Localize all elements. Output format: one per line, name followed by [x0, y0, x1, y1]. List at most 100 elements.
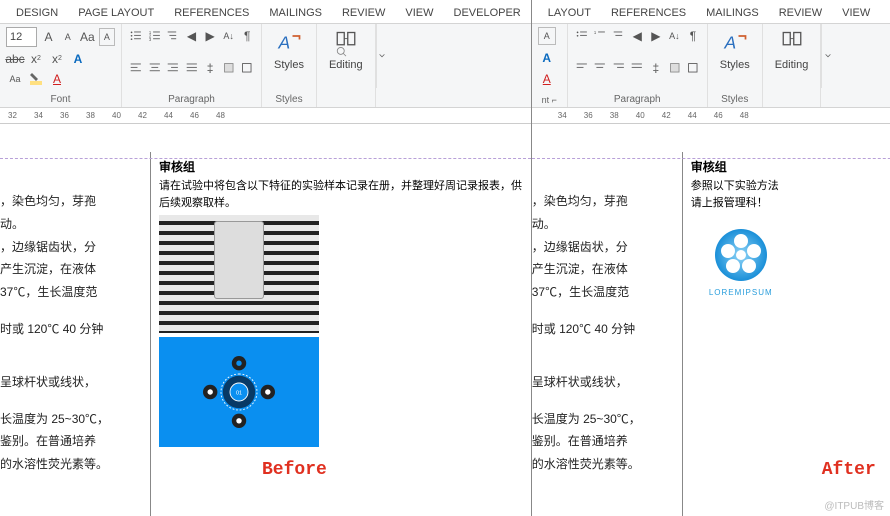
- svg-text:A: A: [277, 32, 290, 52]
- ruler[interactable]: 32 34 36 38 40 42 44 46 48: [0, 108, 531, 124]
- border-icon[interactable]: [685, 59, 701, 77]
- indent-right-icon[interactable]: ▶: [202, 27, 218, 45]
- tab-references[interactable]: REFERENCES: [601, 3, 696, 23]
- logo-text: LOREMIPSUM: [709, 287, 773, 299]
- tab-review[interactable]: REVIEW: [769, 3, 832, 23]
- editing-button[interactable]: Editing: [769, 27, 815, 73]
- indent-left-icon[interactable]: ◀: [629, 27, 645, 45]
- multilevel-icon[interactable]: [611, 27, 627, 45]
- superscript-icon[interactable]: x2: [48, 50, 66, 68]
- sort-icon[interactable]: A↓: [667, 27, 683, 45]
- text-effect-icon[interactable]: A: [538, 49, 556, 67]
- body-text: ，染色均匀，芽孢 动。 ，边缘锯齿状，分 产生沉淀，在液体 37℃，生长温度范 …: [0, 124, 150, 516]
- tab-layout[interactable]: LAYOUT: [538, 3, 601, 23]
- shading-icon[interactable]: [667, 59, 683, 77]
- embedded-image-photo[interactable]: [159, 215, 319, 333]
- paragraph-group-label: Paragraph: [128, 91, 255, 107]
- indent-left-icon[interactable]: ◀: [184, 27, 200, 45]
- shrink-font-icon[interactable]: A: [60, 28, 76, 46]
- paragraph-group: 123 ◀ ▶ A↓ ¶ ‡ Paragraph: [122, 24, 262, 107]
- text-scale-icon[interactable]: Aa: [6, 70, 24, 88]
- tab-developer[interactable]: DEVELOPER: [444, 3, 531, 23]
- bullets-icon[interactable]: [574, 27, 590, 45]
- font-group-label: Font: [6, 91, 115, 107]
- align-left-icon[interactable]: [574, 59, 590, 77]
- sort-icon[interactable]: A↓: [221, 27, 237, 45]
- numbering-icon[interactable]: 123: [147, 27, 163, 45]
- line-spacing-icon[interactable]: ‡: [202, 59, 218, 77]
- tab-mailings[interactable]: MAILINGS: [259, 3, 332, 23]
- strike-icon[interactable]: abc: [6, 50, 24, 68]
- show-marks-icon[interactable]: ¶: [239, 27, 255, 45]
- sidebar-heading: 审核组: [159, 158, 523, 176]
- svg-text:1: 1: [594, 30, 597, 35]
- svg-text:01: 01: [236, 391, 242, 397]
- align-right-icon[interactable]: [165, 59, 181, 77]
- numbering-icon[interactable]: 1: [592, 27, 608, 45]
- tab-design[interactable]: DESIGN: [6, 3, 68, 23]
- tab-review[interactable]: REVIEW: [332, 3, 395, 23]
- ruler[interactable]: 34 36 38 40 42 44 46 48: [532, 108, 890, 124]
- bullets-icon[interactable]: [128, 27, 144, 45]
- collapse-ribbon-icon[interactable]: [376, 24, 388, 88]
- ribbon-tabs: DESIGN PAGE LAYOUT REFERENCES MAILINGS R…: [0, 0, 531, 24]
- align-center-icon[interactable]: [592, 59, 608, 77]
- svg-text:3: 3: [148, 37, 151, 42]
- paragraph-group: 1 ◀ ▶ A↓ ¶ ‡ Paragraph: [568, 24, 708, 107]
- align-left-icon[interactable]: [128, 59, 144, 77]
- align-right-icon[interactable]: [611, 59, 627, 77]
- text-effect-icon[interactable]: A: [69, 50, 87, 68]
- subscript-icon[interactable]: x2: [27, 50, 45, 68]
- styles-group: A Styles Styles: [708, 24, 763, 107]
- tab-page-layout[interactable]: PAGE LAYOUT: [68, 3, 164, 23]
- styles-button[interactable]: A Styles: [268, 27, 310, 73]
- editing-label: Editing: [329, 59, 363, 71]
- font-color-icon[interactable]: A: [538, 70, 556, 88]
- align-center-icon[interactable]: [147, 59, 163, 77]
- tab-view[interactable]: VIEW: [395, 3, 443, 23]
- justify-icon[interactable]: [184, 59, 200, 77]
- watermark: @ITPUB博客: [824, 497, 884, 512]
- shading-icon[interactable]: [221, 59, 237, 77]
- clear-format-icon[interactable]: A: [538, 27, 556, 45]
- before-label: Before: [262, 460, 327, 480]
- line-spacing-icon[interactable]: ‡: [648, 59, 664, 77]
- multilevel-icon[interactable]: [165, 27, 181, 45]
- svg-text:A: A: [723, 32, 736, 52]
- document-area[interactable]: ，染色均匀，芽孢 动。 ，边缘锯齿状，分 产生沉淀，在液体 37℃，生长温度范 …: [532, 124, 890, 516]
- border-icon[interactable]: [239, 59, 255, 77]
- embedded-image-diagram[interactable]: 01: [159, 337, 319, 447]
- font-size-select[interactable]: 12: [6, 27, 37, 47]
- editing-group: Editing: [763, 24, 822, 107]
- indent-right-icon[interactable]: ▶: [648, 27, 664, 45]
- section-divider: [532, 158, 890, 159]
- font-group-partial: A A A nt ⌐: [532, 24, 568, 107]
- clear-format-icon[interactable]: A: [99, 28, 115, 46]
- ribbon-tabs: LAYOUT REFERENCES MAILINGS REVIEW VIEW D…: [532, 0, 890, 24]
- ribbon: A A A nt ⌐ 1 ◀ ▶ A↓ ¶ ‡: [532, 24, 890, 108]
- highlight-icon[interactable]: [27, 70, 45, 88]
- styles-group-label: Styles: [268, 91, 310, 107]
- collapse-ribbon-icon[interactable]: [821, 24, 833, 88]
- body-text: ，染色均匀，芽孢 动。 ，边缘锯齿状，分 产生沉淀，在液体 37℃，生长温度范 …: [532, 124, 682, 516]
- comment-sidebar: 审核组 请在试验中将包含以下特征的实验样本记录在册，并整理好周记录报表，供后续观…: [150, 152, 531, 516]
- editing-button[interactable]: Editing: [323, 27, 369, 73]
- after-label: After: [822, 460, 876, 480]
- font-group: 12 A A Aa A abc x2 x2 A Aa A Font: [0, 24, 122, 107]
- font-color-icon[interactable]: A: [48, 70, 66, 88]
- paragraph-group-label: Paragraph: [574, 91, 701, 107]
- styles-button[interactable]: A Styles: [714, 27, 756, 73]
- tab-mailings[interactable]: MAILINGS: [696, 3, 769, 23]
- styles-group-label: Styles: [714, 91, 756, 107]
- grow-font-icon[interactable]: A: [40, 28, 56, 46]
- change-case-icon[interactable]: Aa: [79, 28, 96, 46]
- show-marks-icon[interactable]: ¶: [685, 27, 701, 45]
- embedded-logo[interactable]: LOREMIPSUM: [691, 217, 791, 307]
- sidebar-text: 请在试验中将包含以下特征的实验样本记录在册，并整理好周记录报表，供后续观察取样。: [159, 178, 523, 211]
- justify-icon[interactable]: [629, 59, 645, 77]
- ribbon: 12 A A Aa A abc x2 x2 A Aa A Font 1: [0, 24, 531, 108]
- tab-view[interactable]: VIEW: [832, 3, 880, 23]
- tab-developer[interactable]: DEVELOPER: [880, 3, 890, 23]
- tab-references[interactable]: REFERENCES: [164, 3, 259, 23]
- document-area[interactable]: ，染色均匀，芽孢 动。 ，边缘锯齿状，分 产生沉淀，在液体 37℃，生长温度范 …: [0, 124, 531, 516]
